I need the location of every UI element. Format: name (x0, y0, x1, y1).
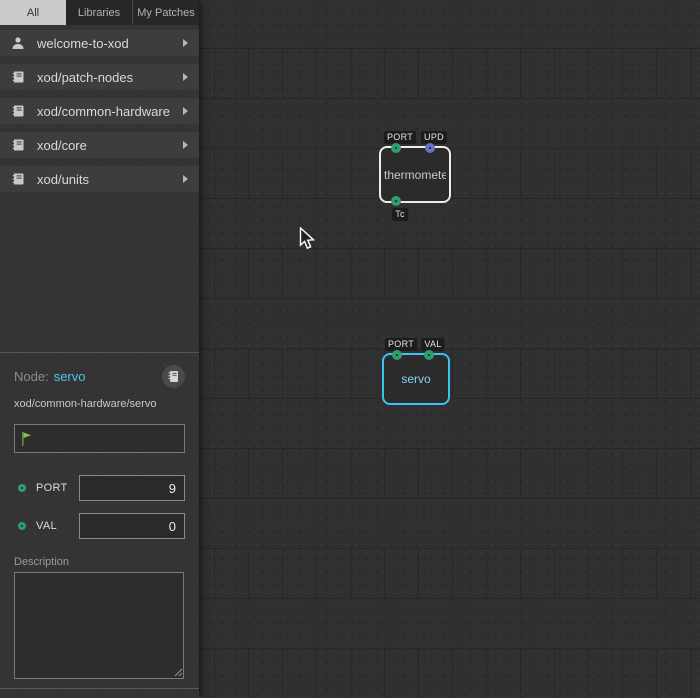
resize-grip-icon[interactable] (174, 668, 183, 677)
browser-item-label: xod/common-hardware (37, 104, 170, 119)
chevron-right-icon[interactable] (183, 73, 188, 81)
help-docs-button[interactable] (162, 365, 185, 388)
book-icon (11, 172, 25, 186)
notebook-icon (167, 370, 180, 383)
pin-name: PORT (36, 482, 68, 494)
book-icon (11, 70, 25, 84)
project-browser: welcome-to-xod xod/patch-nodes xod/commo… (0, 25, 199, 192)
inspector-row-val: VAL (14, 513, 185, 539)
pin-type-icon (18, 484, 26, 492)
node-servo[interactable]: PORT VAL servo (382, 353, 450, 405)
pin-label-port: PORT (385, 338, 417, 351)
inspector-node-name-link[interactable]: servo (54, 369, 86, 384)
tab-my-patches[interactable]: My Patches (132, 0, 199, 25)
browser-item-label: xod/units (37, 172, 89, 187)
pin-type-icon (18, 522, 26, 530)
inspector-row-port: PORT (14, 475, 185, 501)
pin-label-val: VAL (421, 338, 444, 351)
pin-label-port: PORT (384, 131, 416, 144)
tab-libraries[interactable]: Libraries (66, 0, 132, 25)
user-icon (11, 36, 25, 50)
green-flag-icon (21, 431, 32, 447)
inspector-panel: Node: servo xod/common-hardware/servo PO… (0, 352, 199, 698)
description-label: Description (14, 556, 185, 568)
book-icon (11, 104, 25, 118)
chevron-right-icon[interactable] (183, 39, 188, 47)
val-value-input[interactable] (79, 513, 185, 539)
inspector-header: Node: servo (14, 365, 185, 388)
node-label-input[interactable] (14, 424, 185, 453)
xod-ide-window: PORT UPD thermomete… Tc PORT VAL servo A… (0, 0, 700, 698)
pin-port[interactable] (392, 350, 402, 360)
canvas-grid-horizontal-lines (199, 0, 700, 698)
project-browser-tabbar: All Libraries My Patches (0, 0, 199, 25)
canvas-grid-vertical-lines (199, 0, 700, 698)
node-path: xod/common-hardware/servo (14, 398, 185, 410)
browser-item-xod-core[interactable]: xod/core (0, 132, 199, 158)
browser-item-xod-patch-nodes[interactable]: xod/patch-nodes (0, 64, 199, 90)
port-value-input[interactable] (79, 475, 185, 501)
inspector-bottom-divider (0, 688, 199, 689)
chevron-right-icon[interactable] (183, 141, 188, 149)
pin-tc[interactable] (391, 196, 401, 206)
book-icon (11, 138, 25, 152)
pin-port[interactable] (391, 143, 401, 153)
patch-canvas[interactable]: PORT UPD thermomete… Tc PORT VAL servo (199, 0, 700, 698)
pin-upd[interactable] (425, 143, 435, 153)
pin-label-upd: UPD (421, 131, 447, 144)
pin-label-tc: Tc (392, 208, 408, 221)
chevron-right-icon[interactable] (183, 175, 188, 183)
description-textarea[interactable] (14, 572, 184, 679)
pin-val[interactable] (424, 350, 434, 360)
node-thermometer[interactable]: PORT UPD thermomete… Tc (379, 146, 451, 203)
description-area (14, 572, 185, 679)
browser-item-label: welcome-to-xod (37, 36, 129, 51)
browser-item-xod-units[interactable]: xod/units (0, 166, 199, 192)
browser-item-xod-common-hardware[interactable]: xod/common-hardware (0, 98, 199, 124)
browser-item-welcome-to-xod[interactable]: welcome-to-xod (0, 30, 199, 56)
node-label: thermomete… (384, 168, 446, 182)
tab-all[interactable]: All (0, 0, 66, 25)
browser-item-label: xod/patch-nodes (37, 70, 133, 85)
pin-name: VAL (36, 520, 57, 532)
chevron-right-icon[interactable] (183, 107, 188, 115)
sidebar: All Libraries My Patches welcome-to-xod … (0, 0, 199, 698)
mouse-cursor-icon (299, 227, 316, 251)
node-label: servo (401, 372, 430, 386)
inspector-node-label: Node: (14, 369, 49, 384)
browser-item-label: xod/core (37, 138, 87, 153)
